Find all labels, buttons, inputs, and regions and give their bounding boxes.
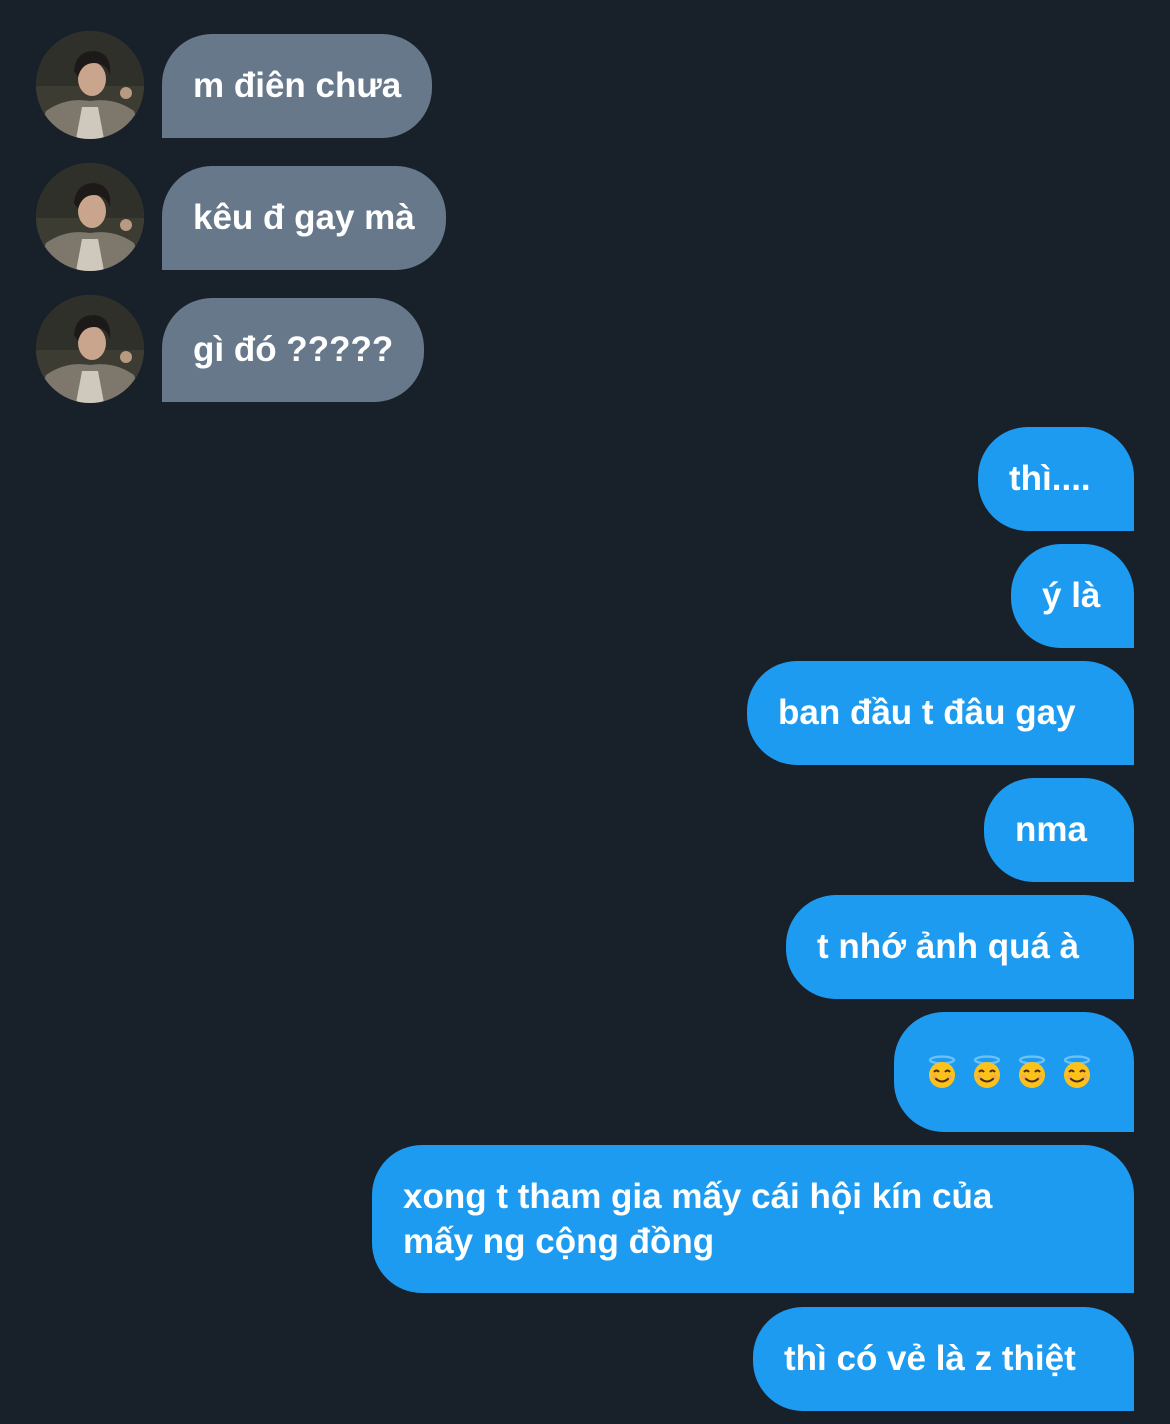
avatar-photo (36, 163, 144, 271)
outgoing-message[interactable]: thì có vẻ là z thiệt (753, 1307, 1134, 1411)
outgoing-message[interactable]: ban đầu t đâu gay (747, 661, 1134, 765)
chat-thread: m điên chưa kêu đ gay mà gì đó ????? thì… (0, 0, 1170, 1424)
outgoing-message[interactable]: t nhớ ảnh quá à (786, 895, 1134, 999)
sender-avatar[interactable] (36, 163, 144, 271)
incoming-message[interactable]: m điên chưa (162, 34, 433, 138)
incoming-message[interactable]: kêu đ gay mà (162, 166, 446, 270)
smiling-face-with-halo-icon (925, 1055, 959, 1089)
message-text: t nhớ ảnh quá à (817, 927, 1080, 966)
emoji-row (925, 1055, 1094, 1089)
smiling-face-with-halo-icon (1060, 1055, 1094, 1089)
outgoing-message[interactable]: thì.... (978, 427, 1134, 531)
message-text: kêu đ gay mà (193, 198, 415, 237)
incoming-message[interactable]: gì đó ????? (162, 298, 425, 402)
avatar-photo (36, 31, 144, 139)
message-text: ý là (1042, 576, 1101, 615)
outgoing-message[interactable]: xong t tham gia mấy cái hội kín của mấy … (372, 1145, 1134, 1293)
outgoing-emoji-message[interactable] (894, 1012, 1134, 1132)
sender-avatar[interactable] (36, 295, 144, 403)
message-text: thì.... (1009, 459, 1091, 498)
message-text: thì có vẻ là z thiệt (784, 1339, 1076, 1378)
sender-avatar[interactable] (36, 31, 144, 139)
outgoing-message[interactable]: ý là (1011, 544, 1134, 648)
message-text: ban đầu t đâu gay (778, 693, 1076, 732)
message-text: m điên chưa (193, 66, 402, 105)
smiling-face-with-halo-icon (1015, 1055, 1049, 1089)
message-text: gì đó ????? (193, 330, 394, 369)
message-text: xong t tham gia mấy cái hội kín của mấy … (403, 1177, 993, 1261)
avatar-photo (36, 295, 144, 403)
outgoing-message[interactable]: nma (984, 778, 1134, 882)
smiling-face-with-halo-icon (970, 1055, 1004, 1089)
message-text: nma (1015, 810, 1087, 849)
